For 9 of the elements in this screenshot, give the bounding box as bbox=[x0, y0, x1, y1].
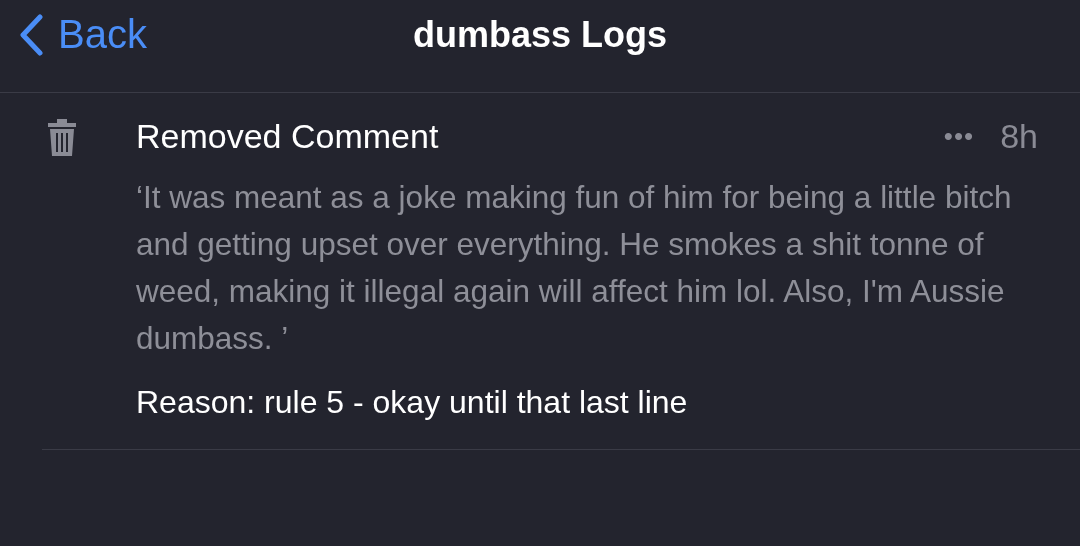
comment-text: ‘It was meant as a joke making fun of him for being a little bitch and getting upset over everything. He smokes a shit tonne of weed, making it illegal again will affect him lol. Also, I'm Aussie dumbass. ’ bbox=[136, 178, 1013, 358]
trash-icon bbox=[46, 117, 78, 157]
timestamp: 8h bbox=[1000, 117, 1038, 156]
back-button[interactable]: Back bbox=[18, 12, 147, 57]
page-title: dumbass Logs bbox=[412, 14, 667, 56]
more-button[interactable]: ••• bbox=[943, 121, 975, 152]
log-action: Removed Comment bbox=[136, 117, 439, 156]
chevron-left-icon bbox=[18, 13, 44, 56]
removal-reason: Reason: rule 5 - okay until that last line bbox=[136, 384, 689, 421]
